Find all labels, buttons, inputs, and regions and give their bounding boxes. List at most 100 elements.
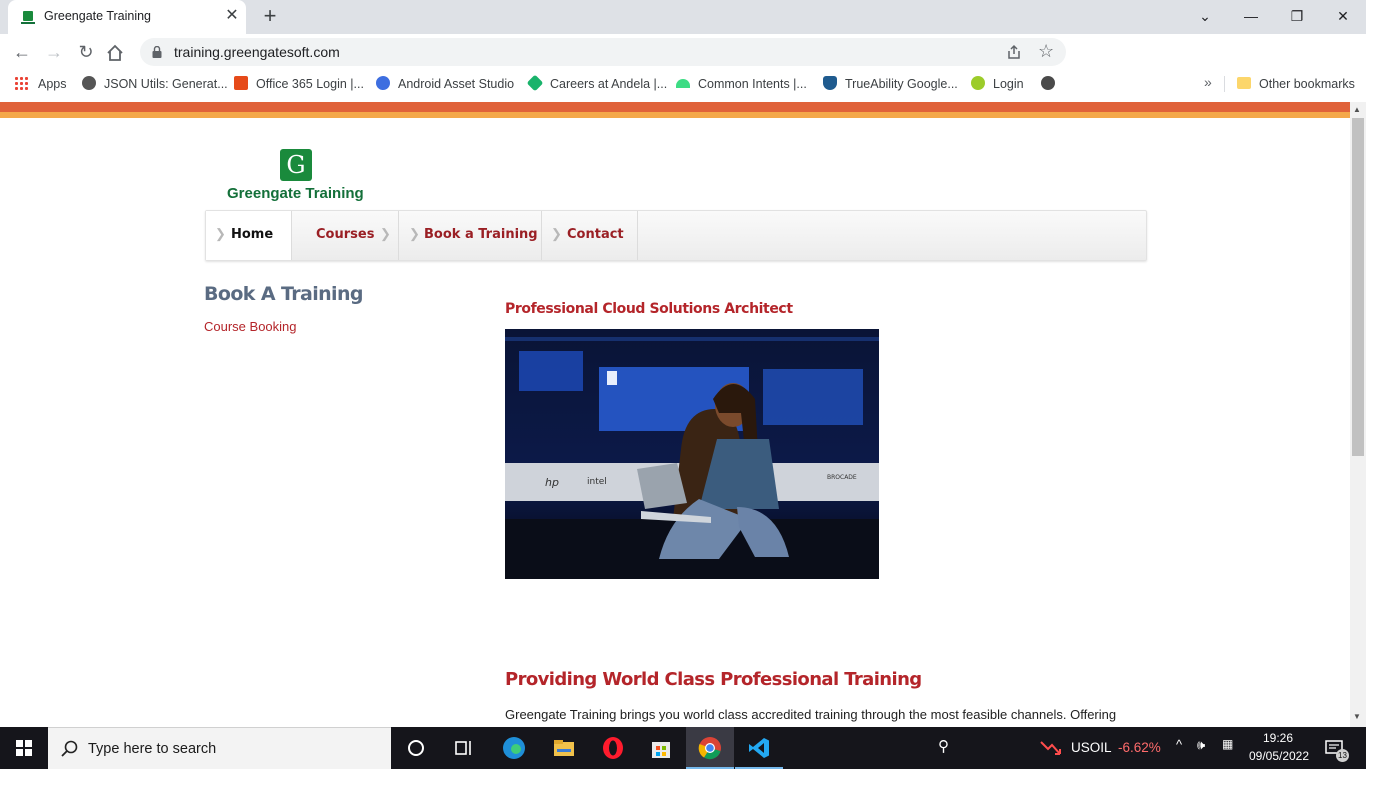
tab-search-icon[interactable]: ⌄ xyxy=(1191,4,1219,28)
bookmark-label: Careers at Andela |... xyxy=(550,77,668,91)
browser-tab-strip: Greengate Training ✕ + ⌄ — ❐ ✕ xyxy=(0,0,1366,34)
folder-icon xyxy=(1237,77,1251,89)
close-window-icon[interactable]: ✕ xyxy=(1329,4,1357,28)
nav-item-home[interactable]: ❯ Home xyxy=(206,211,292,260)
taskbar-chrome[interactable] xyxy=(686,727,734,769)
bookmark-apps[interactable]: Apps xyxy=(14,75,67,93)
chevron-right-icon: ❯ xyxy=(409,226,420,241)
bookmark-label: Apps xyxy=(38,77,67,91)
speaker-icon[interactable]: 🕪 xyxy=(1197,737,1205,753)
store-icon xyxy=(652,742,670,758)
tab-title: Greengate Training xyxy=(44,9,152,23)
chevron-up-icon[interactable]: ^ xyxy=(1176,737,1182,752)
android-icon xyxy=(676,79,690,88)
lock-icon[interactable] xyxy=(152,46,162,58)
bookmark-label: Common Intents |... xyxy=(698,77,807,91)
bookmark-andela[interactable]: Careers at Andela |... xyxy=(526,74,668,93)
login-icon xyxy=(971,76,985,90)
meet-now-icon[interactable]: ▦ xyxy=(1222,737,1233,751)
cortana-button[interactable] xyxy=(392,727,440,769)
nav-item-contact[interactable]: ❯ Contact xyxy=(542,211,638,260)
nav-item-book-a-training[interactable]: ❯ Book a Training xyxy=(399,211,542,260)
bookmarks-divider xyxy=(1224,76,1225,92)
nav-item-courses[interactable]: Courses ❯ xyxy=(292,211,399,260)
scroll-down-icon[interactable]: ▼ xyxy=(1353,712,1361,721)
share-icon[interactable] xyxy=(1006,44,1022,60)
clock-date[interactable]: 09/05/2022 xyxy=(1248,749,1310,763)
nav-label: Contact xyxy=(567,227,624,242)
globe-icon xyxy=(82,76,96,90)
bookmark-label: Office 365 Login |... xyxy=(256,77,364,91)
page-viewport: G Greengate Training ❯ Home Courses ❯ ❯ … xyxy=(0,102,1350,727)
clock-time[interactable]: 19:26 xyxy=(1250,731,1306,745)
windows-start-icon[interactable] xyxy=(0,727,48,769)
course-title-link[interactable]: Professional Cloud Solutions Architect xyxy=(505,301,793,317)
course-photo[interactable]: hp intel neider BROCADE xyxy=(505,329,879,579)
other-bookmarks[interactable]: Other bookmarks xyxy=(1237,75,1355,93)
bookmark-json-utils[interactable]: JSON Utils: Generat... xyxy=(82,75,228,93)
bookmark-label: TrueAbility Google... xyxy=(845,77,958,91)
address-bar[interactable]: training.greengatesoft.com ☆ xyxy=(140,38,1066,66)
globe-icon xyxy=(1041,76,1055,90)
taskbar-vscode[interactable] xyxy=(735,727,783,769)
logo-g-icon: G xyxy=(280,149,312,181)
compass-icon xyxy=(376,76,390,90)
opera-icon xyxy=(603,737,623,759)
bookmark-android-asset-studio[interactable]: Android Asset Studio xyxy=(376,75,514,93)
bookmark-label: JSON Utils: Generat... xyxy=(104,77,228,91)
bookmark-label: Login xyxy=(993,77,1024,91)
bookmark-trueability[interactable]: TrueAbility Google... xyxy=(823,75,958,93)
more-bookmarks-chevron-icon[interactable]: » xyxy=(1204,74,1212,90)
forward-arrow-icon[interactable]: → xyxy=(42,40,66,64)
reload-icon[interactable]: ↻ xyxy=(74,40,98,64)
stock-down-icon[interactable] xyxy=(1040,739,1062,757)
site-logo[interactable]: G Greengate Training xyxy=(226,148,376,204)
taskbar-search-box[interactable]: Type here to search xyxy=(48,727,391,769)
restore-icon[interactable]: ❐ xyxy=(1283,4,1311,28)
svg-text:BROCADE: BROCADE xyxy=(827,474,857,481)
task-view-button[interactable] xyxy=(440,727,488,769)
bookmark-login[interactable]: Login xyxy=(971,75,1024,93)
notification-count-badge: 13 xyxy=(1336,749,1349,762)
page-scrollbar[interactable]: ▲ ▼ xyxy=(1350,102,1366,727)
folder-icon xyxy=(554,740,574,756)
shield-icon xyxy=(823,76,837,90)
nav-label: Book a Training xyxy=(424,227,538,242)
home-icon[interactable] xyxy=(106,44,124,62)
people-icon[interactable]: ⚲ xyxy=(938,737,949,755)
andela-icon xyxy=(526,74,544,92)
vscode-icon xyxy=(749,738,769,758)
taskbar-opera[interactable] xyxy=(589,727,637,769)
bookmark-star-icon[interactable]: ☆ xyxy=(1038,41,1054,61)
back-arrow-icon[interactable]: ← xyxy=(10,40,34,64)
svg-text:intel: intel xyxy=(587,477,607,487)
ticker-change[interactable]: -6.62% xyxy=(1118,740,1161,755)
minimize-icon[interactable]: — xyxy=(1237,4,1265,28)
new-tab-icon[interactable]: + xyxy=(259,5,281,28)
browser-tab[interactable]: Greengate Training ✕ xyxy=(8,0,246,34)
course-photo-illustration: hp intel neider BROCADE xyxy=(505,329,879,579)
taskbar-store[interactable] xyxy=(637,727,685,769)
logo-letter: G xyxy=(286,151,306,179)
scroll-up-icon[interactable]: ▲ xyxy=(1353,105,1361,114)
svg-text:hp: hp xyxy=(545,476,559,489)
course-booking-link[interactable]: Course Booking xyxy=(204,319,297,334)
bookmark-common-intents[interactable]: Common Intents |... xyxy=(676,75,807,93)
sidebar-title: Book A Training xyxy=(204,283,364,305)
chevron-right-icon: ❯ xyxy=(215,226,226,241)
taskbar-file-explorer[interactable] xyxy=(540,727,588,769)
scroll-thumb[interactable] xyxy=(1352,118,1364,456)
section-heading: Providing World Class Professional Train… xyxy=(505,669,922,690)
ticker-symbol[interactable]: USOIL xyxy=(1071,740,1112,755)
close-tab-icon[interactable]: ✕ xyxy=(224,8,240,24)
apps-grid-icon xyxy=(14,76,28,90)
taskbar-edge[interactable] xyxy=(490,727,538,769)
header-band xyxy=(0,102,1350,118)
chrome-icon xyxy=(698,737,721,760)
bookmark-office-365[interactable]: Office 365 Login |... xyxy=(234,75,364,93)
chevron-right-icon: ❯ xyxy=(551,226,562,241)
bookmark-globe[interactable] xyxy=(1041,75,1063,93)
task-view-icon xyxy=(455,741,471,755)
cortana-circle-icon xyxy=(408,740,424,756)
url-text[interactable]: training.greengatesoft.com xyxy=(174,44,340,60)
